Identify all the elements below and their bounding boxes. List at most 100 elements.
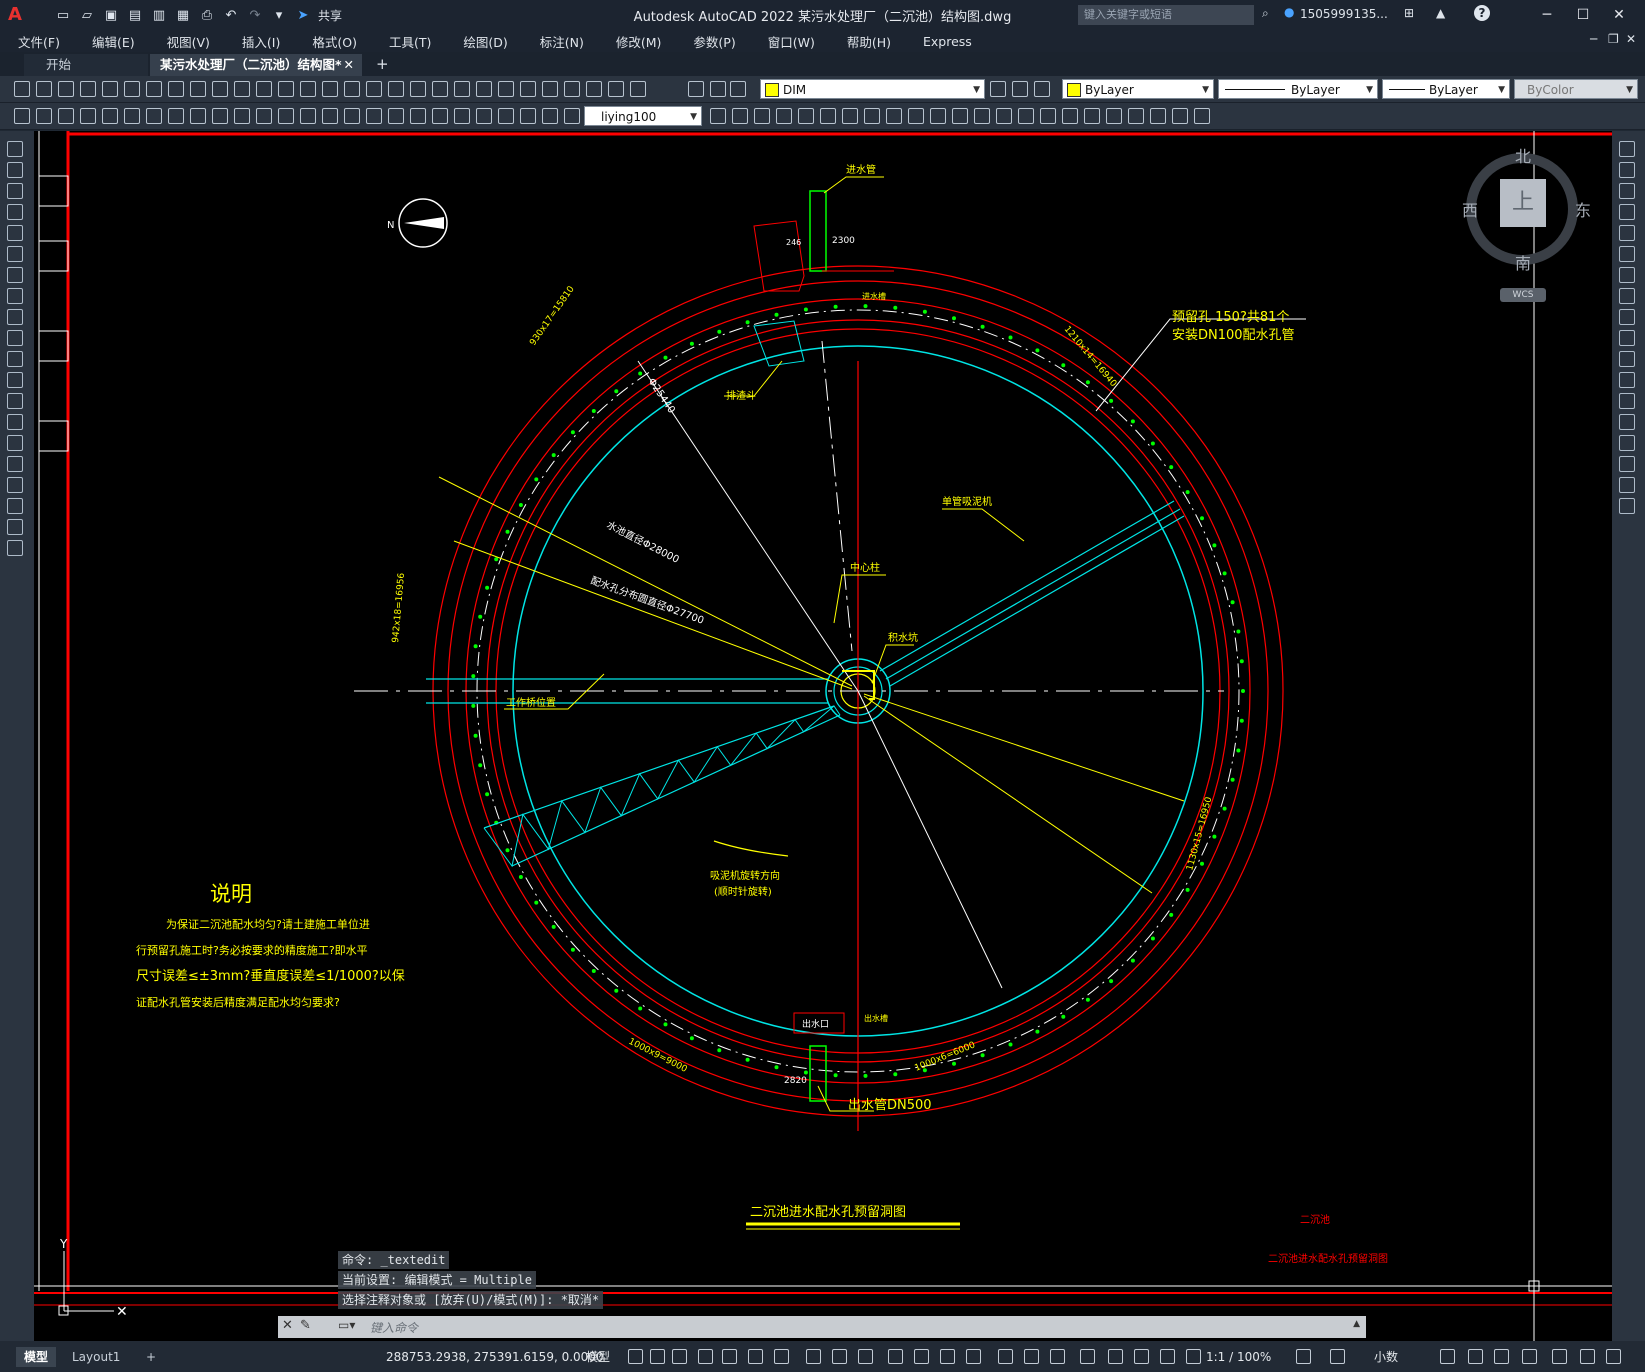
standard-tool-icon[interactable] [234, 81, 250, 97]
draw-tool-icon[interactable] [7, 267, 23, 283]
modify-tool-icon[interactable] [1619, 267, 1635, 283]
dimension-tool-icon[interactable] [36, 108, 52, 124]
color-dropdown[interactable]: ByLayer ▼ [1062, 79, 1214, 99]
dimension-tool-icon[interactable] [256, 108, 272, 124]
dimension-tool-icon[interactable] [344, 108, 360, 124]
menu-file[interactable]: 文件(F) [0, 32, 74, 51]
dimension-tool-icon[interactable] [1084, 108, 1100, 124]
standard-tool-icon[interactable] [168, 81, 184, 97]
menu-help[interactable]: 帮助(H) [829, 32, 905, 51]
dimension-tool-icon[interactable] [974, 108, 990, 124]
draw-tool-icon[interactable] [7, 204, 23, 220]
command-scroll-icon[interactable]: ▲ [1353, 1319, 1360, 1329]
dimension-tool-icon[interactable] [520, 108, 536, 124]
modify-tool-icon[interactable] [1619, 162, 1635, 178]
dimension-tool-icon[interactable] [864, 108, 880, 124]
status-toggle-icon[interactable] [722, 1349, 737, 1364]
draw-tool-icon[interactable] [7, 288, 23, 304]
dimension-tool-icon[interactable] [542, 108, 558, 124]
close-button[interactable]: ✕ [1606, 4, 1632, 26]
standard-tool-icon[interactable] [710, 81, 726, 97]
menu-dimension[interactable]: 标注(N) [522, 32, 598, 51]
dimension-tool-icon[interactable] [886, 108, 902, 124]
status-toggle-icon[interactable] [940, 1349, 955, 1364]
status-toggle-icon[interactable] [1108, 1349, 1123, 1364]
tab-layout1[interactable]: Layout1 [64, 1347, 128, 1367]
status-toggle-icon[interactable] [774, 1349, 789, 1364]
doc-close-icon[interactable]: ✕ [1626, 32, 1636, 46]
search-icon[interactable]: ⌕ [1262, 6, 1269, 21]
status-toggle-icon[interactable] [698, 1349, 713, 1364]
status-toggle-icon[interactable] [1440, 1349, 1455, 1364]
dimension-tool-icon[interactable] [776, 108, 792, 124]
dimension-tool-icon[interactable] [212, 108, 228, 124]
cart-icon[interactable]: ⊞ [1404, 6, 1414, 20]
dimension-tool-icon[interactable] [908, 108, 924, 124]
tab-model[interactable]: 模型 [16, 1347, 57, 1367]
dimension-tool-icon[interactable] [388, 108, 404, 124]
standard-tool-icon[interactable] [1034, 81, 1050, 97]
menu-view[interactable]: 视图(V) [149, 32, 224, 51]
dimension-tool-icon[interactable] [432, 108, 448, 124]
standard-tool-icon[interactable] [990, 81, 1006, 97]
dimension-tool-icon[interactable] [1106, 108, 1122, 124]
new-tab-icon[interactable]: + [376, 55, 389, 73]
menu-format[interactable]: 格式(O) [294, 32, 371, 51]
dimension-tool-icon[interactable] [842, 108, 858, 124]
draw-tool-icon[interactable] [7, 414, 23, 430]
standard-tool-icon[interactable] [630, 81, 646, 97]
modify-tool-icon[interactable] [1619, 393, 1635, 409]
standard-tool-icon[interactable] [102, 81, 118, 97]
draw-tool-icon[interactable] [7, 477, 23, 493]
dimension-tool-icon[interactable] [146, 108, 162, 124]
tab-close-icon[interactable]: ✕ [344, 54, 354, 76]
draw-tool-icon[interactable] [7, 162, 23, 178]
status-toggle-icon[interactable] [1580, 1349, 1595, 1364]
status-toggle-icon[interactable] [998, 1349, 1013, 1364]
apps-icon[interactable]: ▲ [1436, 6, 1445, 20]
status-toggle-icon[interactable] [672, 1349, 687, 1364]
drawing-area[interactable]: N 进水管 2300 246 进水槽 预留孔 150?共81个 安装DN100配… [34, 131, 1612, 1341]
dimension-tool-icon[interactable] [102, 108, 118, 124]
status-toggle-icon[interactable] [1160, 1349, 1175, 1364]
standard-tool-icon[interactable] [14, 81, 30, 97]
draw-tool-icon[interactable] [7, 330, 23, 346]
status-toggle-icon[interactable] [888, 1349, 903, 1364]
standard-tool-icon[interactable] [190, 81, 206, 97]
draw-tool-icon[interactable] [7, 225, 23, 241]
dimension-tool-icon[interactable] [1040, 108, 1056, 124]
standard-tool-icon[interactable] [476, 81, 492, 97]
standard-tool-icon[interactable] [124, 81, 140, 97]
modify-tool-icon[interactable] [1619, 225, 1635, 241]
modify-tool-icon[interactable] [1619, 477, 1635, 493]
status-toggle-icon[interactable] [628, 1349, 643, 1364]
modify-tool-icon[interactable] [1619, 330, 1635, 346]
wcs-menu[interactable]: WCS [1500, 288, 1546, 302]
status-toggle-icon[interactable] [1522, 1349, 1537, 1364]
model-space-toggle[interactable]: 模型 [578, 1347, 618, 1367]
status-toggle-icon[interactable] [832, 1349, 847, 1364]
command-recent-icon[interactable]: ▭▾ [338, 1318, 355, 1332]
doc-minimize-icon[interactable]: ─ [1590, 32, 1597, 46]
draw-tool-icon[interactable] [7, 519, 23, 535]
dimstyle-dropdown[interactable]: liying100 ▼ [584, 106, 702, 126]
viewcube-top-face[interactable]: 上 [1500, 179, 1546, 227]
maximize-button[interactable]: ☐ [1570, 4, 1596, 26]
standard-tool-icon[interactable] [146, 81, 162, 97]
status-toggle-icon[interactable] [1330, 1349, 1345, 1364]
status-toggle-icon[interactable] [858, 1349, 873, 1364]
dimension-tool-icon[interactable] [1194, 108, 1210, 124]
standard-tool-icon[interactable] [542, 81, 558, 97]
standard-tool-icon[interactable] [608, 81, 624, 97]
standard-tool-icon[interactable] [688, 81, 704, 97]
command-input[interactable]: 键入命令 [370, 1319, 418, 1336]
menu-insert[interactable]: 插入(I) [224, 32, 294, 51]
status-toggle-icon[interactable] [1552, 1349, 1567, 1364]
help-icon[interactable]: ? [1474, 5, 1490, 21]
standard-tool-icon[interactable] [520, 81, 536, 97]
modify-tool-icon[interactable] [1619, 309, 1635, 325]
menu-draw[interactable]: 绘图(D) [445, 32, 521, 51]
status-toggle-icon[interactable] [914, 1349, 929, 1364]
status-toggle-icon[interactable] [748, 1349, 763, 1364]
units-dropdown[interactable]: 小数 [1366, 1347, 1406, 1367]
